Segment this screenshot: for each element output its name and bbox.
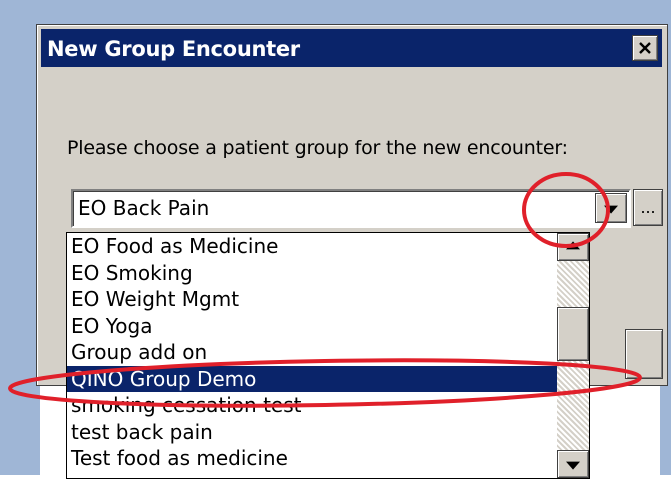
dropdown-item[interactable]: EO Smoking	[67, 260, 557, 287]
dialog-title: New Group Encounter	[47, 37, 300, 61]
combo-selected-value: EO Back Pain	[78, 196, 210, 220]
chevron-down-icon	[604, 205, 618, 214]
close-icon	[639, 42, 651, 54]
scroll-thumb[interactable]	[557, 307, 589, 361]
dropdown-items: EO Food as Medicine EO Smoking EO Weight M…	[67, 233, 557, 472]
dropdown-item[interactable]: Test food as medicine	[67, 445, 557, 472]
browse-button[interactable]: ...	[633, 189, 663, 226]
prompt-label: Please choose a patient group for the ne…	[67, 137, 568, 159]
dropdown-item[interactable]: test back pain	[67, 419, 557, 446]
chevron-up-icon	[566, 241, 580, 250]
ok-button[interactable]	[625, 329, 663, 379]
dropdown-item[interactable]: EO Weight Mgmt	[67, 286, 557, 313]
title-bar[interactable]: New Group Encounter	[41, 29, 662, 67]
scroll-down-button[interactable]	[557, 450, 589, 478]
chevron-down-icon	[566, 461, 580, 470]
patient-group-combobox[interactable]: EO Back Pain	[71, 189, 631, 228]
dropdown-item[interactable]: smoking cessation test	[67, 392, 557, 419]
dropdown-item[interactable]: QINO Group Demo	[67, 365, 557, 392]
dropdown-item[interactable]: EO Food as Medicine	[67, 233, 557, 260]
dropdown-item[interactable]: EO Yoga	[67, 313, 557, 340]
dropdown-scrollbar[interactable]	[557, 233, 589, 478]
combo-dropdown-button[interactable]	[595, 193, 627, 223]
close-button[interactable]	[632, 35, 658, 61]
dropdown-item[interactable]: Group add on	[67, 339, 557, 366]
patient-group-dropdown-list[interactable]: EO Food as Medicine EO Smoking EO Weight M…	[66, 232, 590, 479]
scroll-up-button[interactable]	[557, 233, 589, 261]
